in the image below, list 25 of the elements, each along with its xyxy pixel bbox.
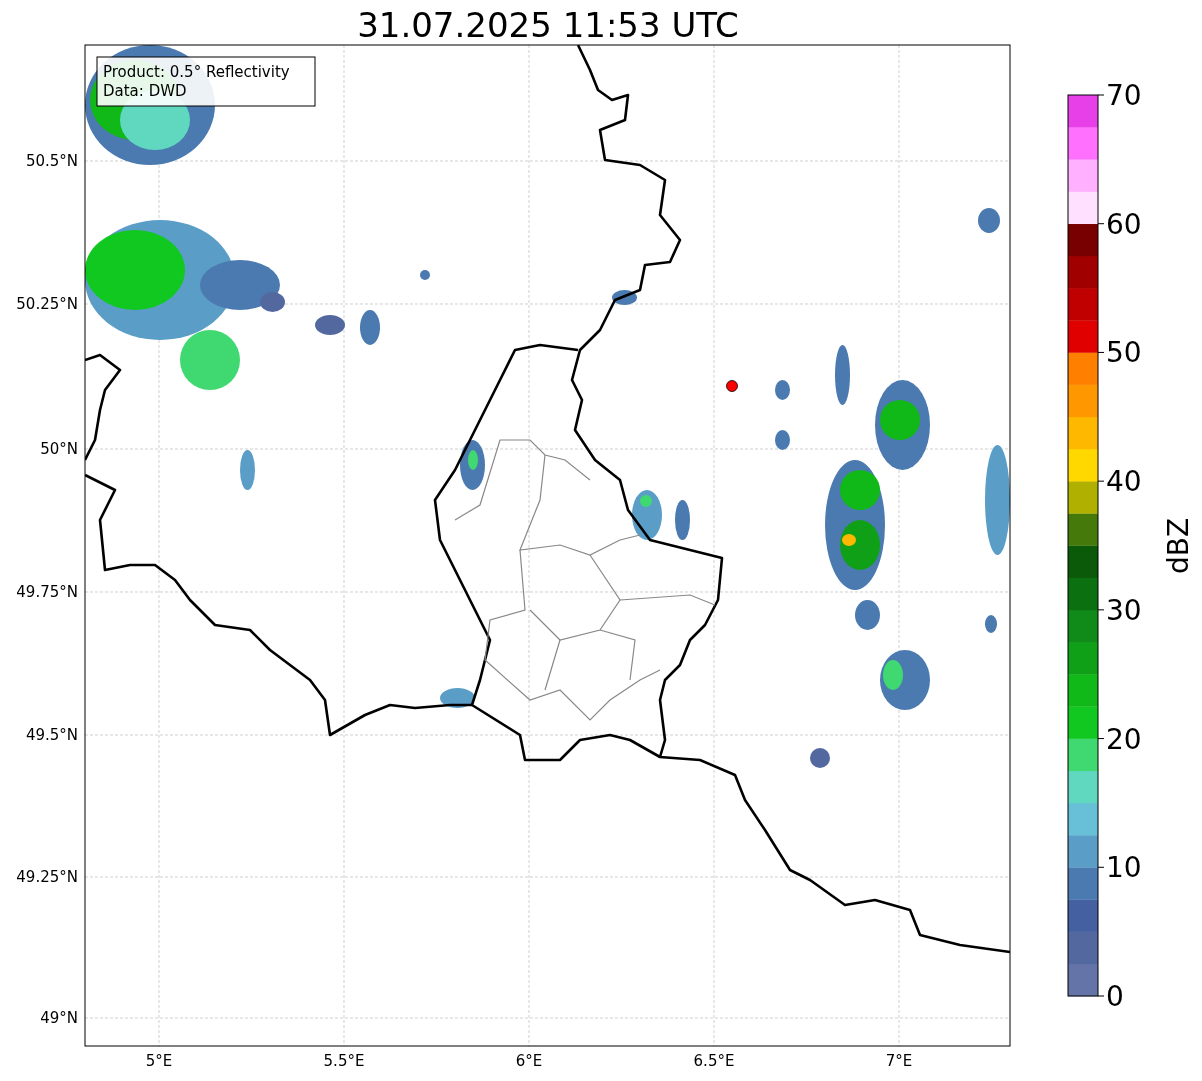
colorbar-tick-label: 60 [1106, 207, 1142, 241]
longitude-label: 6°E [515, 1052, 543, 1070]
colorbar-label: dBZ [1162, 517, 1195, 575]
colorbar-tick-label: 0 [1106, 980, 1124, 1013]
latitude-label: 50.5°N [25, 152, 78, 170]
info-text: Data: DWD [103, 82, 187, 100]
latitude-label: 50.25°N [16, 295, 78, 313]
latitude-label: 50°N [40, 440, 78, 458]
colorbar-tick-label: 20 [1106, 722, 1142, 756]
colorbar-tick-label: 10 [1106, 851, 1142, 885]
latitude-label: 49°N [40, 1009, 78, 1027]
longitude-label: 7°E [885, 1052, 913, 1070]
colorbar-tick-label: 40 [1106, 465, 1142, 499]
longitude-label: 5.5°E [323, 1052, 365, 1070]
longitude-label: 5°E [145, 1052, 173, 1070]
latitude-label: 49.5°N [25, 726, 78, 744]
latitude-label: 49.25°N [16, 868, 78, 886]
colorbar-tick-label: 30 [1106, 593, 1142, 627]
chart-title: 31.07.2025 11:53 UTC [357, 5, 739, 45]
colorbar-tick-label: 50 [1106, 336, 1142, 370]
latitude-label: 49.75°N [16, 583, 78, 601]
location-marker [726, 380, 738, 392]
colorbar-tick-label: 70 [1106, 79, 1142, 112]
longitude-label: 6.5°E [693, 1052, 735, 1070]
info-text: Product: 0.5° Reflectivity [103, 63, 290, 81]
